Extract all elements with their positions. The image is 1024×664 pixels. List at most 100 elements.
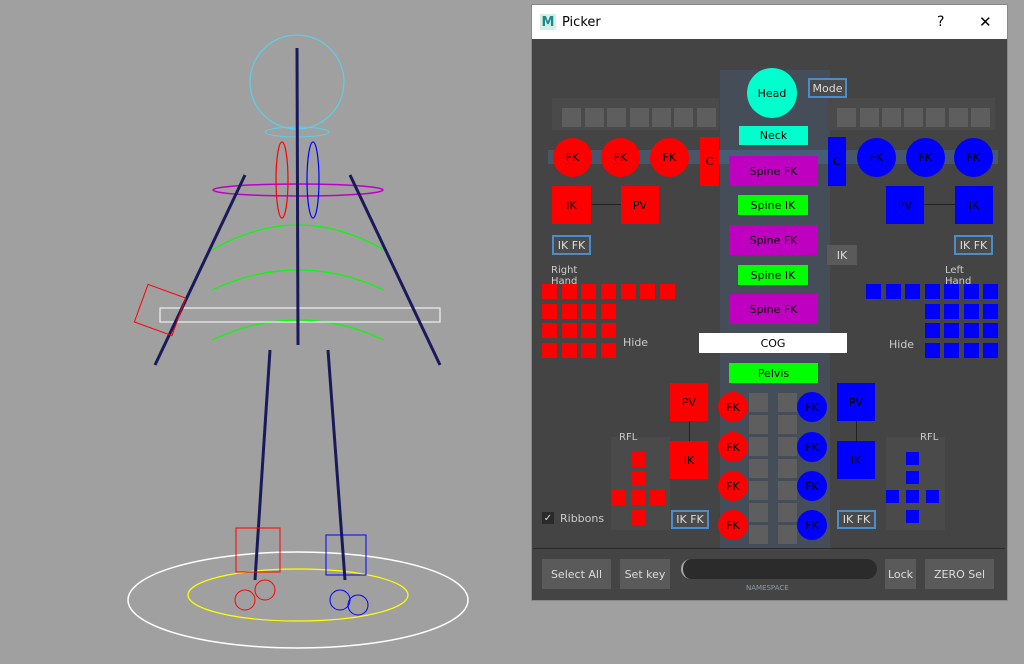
right-finger-control[interactable] [562, 343, 577, 358]
left-finger-control[interactable] [886, 284, 901, 299]
left-clavicle[interactable]: C [828, 137, 846, 186]
finger-slot[interactable] [652, 108, 671, 127]
lock-button[interactable]: Lock [885, 559, 916, 589]
left-leg-fk-1[interactable]: FK [797, 392, 827, 422]
finger-slot[interactable] [607, 108, 626, 127]
finger-slot[interactable] [630, 108, 649, 127]
left-finger-control[interactable] [925, 304, 940, 319]
left-arm-fk-2[interactable]: FK [906, 138, 945, 177]
select-all-button[interactable]: Select All [542, 559, 611, 589]
left-finger-control[interactable] [925, 323, 940, 338]
right-arm-ik[interactable]: IK [552, 186, 591, 224]
right-finger-control[interactable] [542, 284, 557, 299]
left-finger-control[interactable] [944, 323, 959, 338]
finger-slot[interactable] [904, 108, 923, 127]
left-arm-pv[interactable]: PV [886, 186, 924, 224]
leg-slot[interactable] [749, 415, 768, 434]
left-hide-button[interactable]: Hide [889, 338, 914, 351]
left-foot-roll[interactable] [926, 490, 939, 503]
leg-slot[interactable] [778, 415, 797, 434]
left-finger-control[interactable] [983, 343, 998, 358]
right-foot-roll[interactable] [631, 490, 646, 505]
spine-fk-3[interactable]: Spine FK [729, 294, 818, 324]
left-finger-control[interactable] [925, 343, 940, 358]
left-arm-ikfk-switch[interactable]: IK FK [954, 235, 993, 255]
left-finger-control[interactable] [944, 284, 959, 299]
left-finger-control[interactable] [964, 284, 979, 299]
right-arm-fk-3[interactable]: FK [650, 138, 689, 177]
left-foot-roll[interactable] [906, 452, 919, 465]
left-foot-roll[interactable] [906, 490, 919, 503]
left-finger-control[interactable] [905, 284, 920, 299]
right-arm-ikfk-switch[interactable]: IK FK [552, 235, 591, 255]
finger-slot[interactable] [837, 108, 856, 127]
left-finger-control[interactable] [925, 284, 940, 299]
leg-slot[interactable] [778, 393, 797, 412]
right-finger-control[interactable] [542, 343, 557, 358]
finger-slot[interactable] [949, 108, 968, 127]
right-leg-fk-2[interactable]: FK [718, 432, 748, 462]
right-arm-fk-1[interactable]: FK [553, 138, 592, 177]
head-control[interactable]: Head [747, 68, 797, 118]
cog-control[interactable]: COG [699, 333, 847, 353]
right-finger-control[interactable] [601, 284, 616, 299]
finger-slot[interactable] [585, 108, 604, 127]
right-leg-fk-4[interactable]: FK [718, 510, 748, 540]
right-leg-fk-1[interactable]: FK [718, 392, 748, 422]
spine-ik-toggle[interactable]: IK [827, 245, 857, 265]
left-finger-control[interactable] [964, 304, 979, 319]
right-foot-roll[interactable] [611, 490, 626, 505]
spine-fk-1[interactable]: Spine FK [729, 156, 818, 186]
right-finger-control[interactable] [640, 284, 655, 299]
left-foot-roll[interactable] [906, 471, 919, 484]
spine-ik-1[interactable]: Spine IK [738, 195, 808, 215]
right-finger-control[interactable] [601, 304, 616, 319]
right-finger-control[interactable] [601, 343, 616, 358]
finger-slot[interactable] [697, 108, 716, 127]
finger-slot[interactable] [674, 108, 693, 127]
right-finger-control[interactable] [542, 323, 557, 338]
leg-slot[interactable] [778, 481, 797, 500]
right-finger-control[interactable] [581, 323, 596, 338]
left-leg-fk-2[interactable]: FK [797, 432, 827, 462]
right-finger-control[interactable] [601, 323, 616, 338]
right-finger-control[interactable] [562, 304, 577, 319]
ribbons-checkbox[interactable]: ✓ [542, 512, 554, 524]
finger-slot[interactable] [971, 108, 990, 127]
leg-slot[interactable] [749, 393, 768, 412]
spine-fk-2[interactable]: Spine FK [729, 225, 818, 255]
leg-slot[interactable] [749, 503, 768, 522]
left-leg-fk-4[interactable]: FK [797, 510, 827, 540]
right-leg-pv[interactable]: PV [670, 383, 708, 421]
left-finger-control[interactable] [983, 304, 998, 319]
leg-slot[interactable] [778, 459, 797, 478]
leg-slot[interactable] [749, 481, 768, 500]
close-button[interactable]: ✕ [979, 13, 992, 31]
left-leg-ik[interactable]: IK [837, 441, 875, 479]
left-foot-roll[interactable] [886, 490, 899, 503]
leg-slot[interactable] [749, 459, 768, 478]
left-arm-fk-3[interactable]: FK [954, 138, 993, 177]
help-button[interactable]: ? [937, 14, 944, 30]
leg-slot[interactable] [749, 437, 768, 456]
left-finger-control[interactable] [983, 323, 998, 338]
right-foot-roll[interactable] [650, 490, 665, 505]
right-finger-control[interactable] [581, 304, 596, 319]
finger-slot[interactable] [926, 108, 945, 127]
left-leg-ikfk-switch[interactable]: IK FK [837, 510, 876, 529]
finger-slot[interactable] [882, 108, 901, 127]
right-finger-control[interactable] [660, 284, 675, 299]
right-finger-control[interactable] [562, 323, 577, 338]
right-foot-roll[interactable] [631, 471, 646, 486]
left-finger-control[interactable] [964, 343, 979, 358]
finger-slot[interactable] [860, 108, 879, 127]
right-arm-fk-2[interactable]: FK [601, 138, 640, 177]
right-foot-roll[interactable] [631, 510, 646, 525]
right-finger-control[interactable] [621, 284, 636, 299]
pelvis-control[interactable]: Pelvis [729, 363, 818, 383]
left-finger-control[interactable] [944, 343, 959, 358]
right-leg-ikfk-switch[interactable]: IK FK [671, 510, 709, 529]
left-finger-control[interactable] [983, 284, 998, 299]
spine-ik-2[interactable]: Spine IK [738, 265, 808, 285]
left-foot-roll[interactable] [906, 510, 919, 523]
